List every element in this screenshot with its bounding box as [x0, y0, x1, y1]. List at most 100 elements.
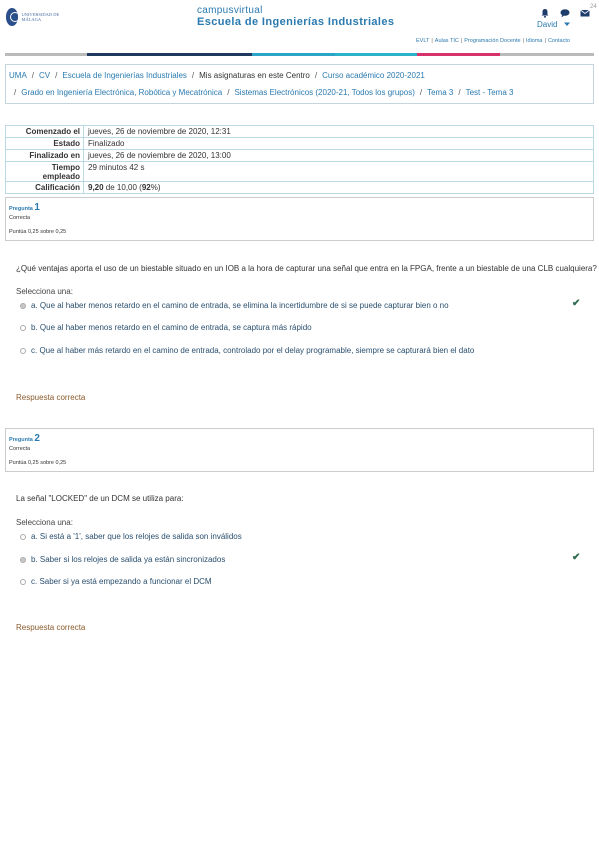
grade-end: %) — [150, 183, 161, 192]
summary-label: Comenzado el — [6, 126, 84, 137]
check-icon: ✔ — [572, 552, 581, 563]
option-label: a. Si está a '1', saber que los relojes … — [31, 532, 242, 541]
question-info-2: Pregunta 2 Correcta Puntúa 0,25 sobre 0,… — [5, 428, 594, 472]
color-bar-segment — [5, 53, 88, 56]
question-number: 1 — [34, 202, 40, 213]
option-label: b. Saber si los relojes de salida ya est… — [31, 555, 226, 564]
breadcrumb-item[interactable]: Test - Tema 3 — [466, 88, 514, 97]
summary-value: jueves, 26 de noviembre de 2020, 12:31 — [88, 127, 231, 136]
breadcrumb-separator: / — [314, 71, 318, 80]
breadcrumb-separator: / — [14, 88, 17, 97]
top-links: EVLT | Aulas TIC | Programación Docente | Idio… — [416, 38, 570, 44]
summary-row-started: Comenzado el jueves, 26 de noviembre de … — [6, 126, 593, 138]
university-logo[interactable]: UNIVERSIDAD DE MÁLAGA — [6, 8, 62, 26]
attempt-summary-table: Comenzado el jueves, 26 de noviembre de … — [5, 125, 594, 194]
chat-icon[interactable] — [560, 8, 570, 18]
answer-prompt: Selecciona una: — [16, 287, 73, 296]
summary-label: Estado — [6, 138, 84, 149]
breadcrumb-item[interactable]: Escuela de Ingenierías Industriales — [62, 71, 187, 80]
summary-value: 29 minutos 42 s — [88, 163, 145, 172]
user-menu[interactable]: David — [537, 20, 557, 29]
radio[interactable] — [20, 347, 26, 354]
option-label: c. Que al haber más retardo en el camino… — [31, 346, 475, 355]
answer-option[interactable]: c. Que al haber más retardo en el camino… — [20, 346, 474, 355]
question-text: La señal "LOCKED" de un DCM se utiliza p… — [16, 494, 184, 503]
site-title[interactable]: Escuela de Ingenierías Industriales — [197, 16, 394, 28]
mail-icon[interactable] — [580, 8, 590, 18]
summary-value: jueves, 26 de noviembre de 2020, 13:00 — [88, 151, 231, 160]
summary-row-state: Estado Finalizado — [6, 138, 593, 150]
color-bar-segment — [499, 53, 594, 56]
summary-row-grade: Calificación 9,20 de 10,00 (92%) — [6, 182, 593, 193]
radio[interactable] — [20, 578, 26, 585]
question-word: Pregunta — [9, 437, 33, 443]
color-bar-segment — [417, 53, 500, 56]
top-link[interactable]: Programación Docente — [464, 38, 520, 44]
breadcrumb-separator: / — [458, 88, 461, 97]
radio-selected[interactable] — [20, 556, 26, 563]
color-bar-segment — [334, 53, 418, 56]
breadcrumb-item[interactable]: Tema 3 — [427, 88, 453, 97]
question-label: Pregunta 2 — [9, 433, 40, 444]
top-link[interactable]: Aulas TIC — [435, 38, 459, 44]
breadcrumb-item[interactable]: Grado en Ingeniería Electrónica, Robótic… — [21, 88, 222, 97]
summary-value: Finalizado — [88, 139, 125, 148]
answer-prompt: Selecciona una: — [16, 518, 73, 527]
question-state: Correcta — [9, 446, 31, 452]
summary-row-finished: Finalizado en jueves, 26 de noviembre de… — [6, 150, 593, 162]
summary-row-time: Tiempo empleado 29 minutos 42 s — [6, 162, 593, 182]
breadcrumb-separator: / — [55, 71, 58, 80]
mail-count-badge: 24 — [590, 4, 597, 10]
radio-selected[interactable] — [20, 302, 26, 309]
summary-label: Calificación — [6, 182, 84, 193]
grade-mid: de 10,00 ( — [103, 183, 142, 192]
university-seal-icon — [6, 8, 21, 26]
question-word: Pregunta — [9, 206, 33, 212]
answer-option[interactable]: a. Que al haber menos retardo en el cami… — [20, 301, 449, 310]
answer-option[interactable]: b. Que al haber menos retardo en el cami… — [20, 323, 312, 332]
check-icon: ✔ — [572, 298, 581, 309]
color-bar-segment — [169, 53, 253, 56]
breadcrumb-line-1: UMA / CV / Escuela de Ingenierías Industrial… — [9, 71, 425, 80]
answer-feedback: Respuesta correcta — [16, 393, 86, 402]
breadcrumb: UMA / CV / Escuela de Ingenierías Industrial… — [5, 64, 594, 104]
radio[interactable] — [20, 533, 26, 540]
summary-value: 9,20 de 10,00 (92%) — [84, 182, 161, 193]
breadcrumb-separator: / — [31, 71, 35, 80]
breadcrumb-item[interactable]: Curso académico 2020-2021 — [322, 71, 425, 80]
answer-option[interactable]: b. Saber si los relojes de salida ya est… — [20, 555, 225, 564]
breadcrumb-item: Mis asignaturas en este Centro — [199, 71, 310, 80]
top-link[interactable]: EVLT — [416, 38, 429, 44]
chevron-down-icon[interactable] — [563, 20, 571, 30]
option-label: b. Que al haber menos retardo en el cami… — [31, 323, 312, 332]
question-label: Pregunta 1 — [9, 202, 40, 213]
option-label: c. Saber si ya está empezando a funciona… — [31, 577, 212, 586]
breadcrumb-line-2: / Grado en Ingeniería Electrónica, Robóti… — [9, 88, 513, 97]
answer-option[interactable]: a. Si está a '1', saber que los relojes … — [20, 532, 242, 541]
color-bar-segment — [252, 53, 335, 56]
breadcrumb-item[interactable]: CV — [39, 71, 50, 80]
top-link[interactable]: Idioma — [526, 38, 543, 44]
question-text: ¿Qué ventajas aporta el uso de un biesta… — [16, 264, 597, 273]
link-separator: | — [431, 38, 433, 44]
bell-icon[interactable] — [540, 8, 550, 18]
question-number: 2 — [34, 433, 40, 444]
summary-label: Finalizado en — [6, 150, 84, 161]
answer-feedback: Respuesta correcta — [16, 623, 86, 632]
option-label: a. Que al haber menos retardo en el cami… — [31, 301, 449, 310]
summary-label-line: empleado — [42, 172, 80, 181]
radio[interactable] — [20, 324, 26, 331]
color-bar-segment — [87, 53, 170, 56]
answer-option[interactable]: c. Saber si ya está empezando a funciona… — [20, 577, 212, 586]
grade-score: 9,20 — [88, 183, 104, 192]
summary-label-line: Tiempo — [51, 163, 80, 172]
link-separator: | — [522, 38, 524, 44]
breadcrumb-item[interactable]: Sistemas Electrónicos (2020-21, Todos lo… — [234, 88, 414, 97]
color-bar — [5, 53, 594, 56]
question-info-1: Pregunta 1 Correcta Puntúa 0,25 sobre 0,… — [5, 197, 594, 241]
link-separator: | — [460, 38, 463, 44]
top-link[interactable]: Contacto — [548, 38, 570, 44]
breadcrumb-item[interactable]: UMA — [9, 71, 27, 80]
site-subtitle[interactable]: campusvirtual — [197, 5, 263, 16]
question-state: Correcta — [9, 215, 31, 221]
